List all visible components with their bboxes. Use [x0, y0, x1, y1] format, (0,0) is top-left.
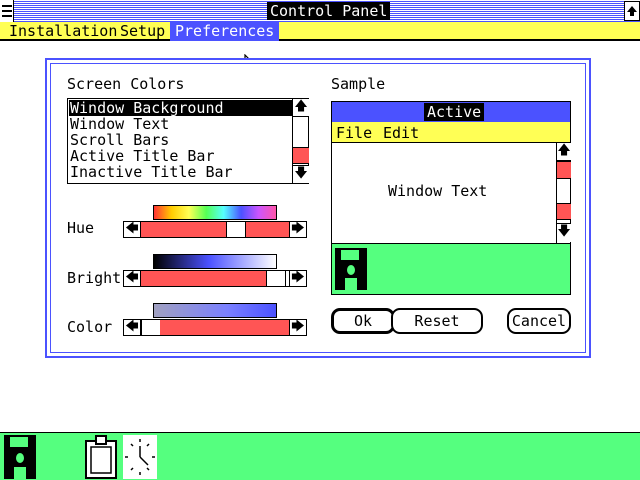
menu-bar: Installation Setup Preferences	[0, 22, 640, 41]
color-decrease-button[interactable]: 🡄	[124, 319, 141, 335]
list-scroll-thumb[interactable]	[293, 147, 309, 164]
menu-setup[interactable]: Setup	[115, 22, 170, 41]
brightness-swatch	[153, 254, 277, 269]
bright-track-fill	[141, 271, 266, 286]
list-scrollbar[interactable]: 🡅 🡇	[292, 99, 309, 183]
list-item-active-title-bar[interactable]: Active Title Bar	[69, 148, 292, 164]
sample-menu-bar: File Edit	[332, 122, 570, 143]
reset-button[interactable]: Reset	[391, 308, 483, 334]
color-track-fill	[160, 320, 289, 335]
ok-button[interactable]: Ok	[331, 308, 395, 334]
sample-scroll-red-segment-bottom	[557, 203, 571, 220]
sample-scrollbar: 🡅 🡇	[556, 143, 571, 243]
hue-scrollbar[interactable]: 🡄 🡆	[123, 221, 307, 238]
arrow-left-icon: 🡄	[125, 220, 139, 236]
maximize-button[interactable]	[624, 1, 640, 21]
cancel-button[interactable]: Cancel	[507, 308, 571, 334]
saturation-swatch	[153, 303, 277, 318]
arrow-left-icon: 🡄	[125, 269, 139, 285]
disk-icon[interactable]	[4, 435, 36, 479]
hue-spectrum-swatch	[153, 205, 277, 220]
hue-label: Hue	[67, 219, 95, 237]
system-menu-icon[interactable]	[0, 0, 14, 22]
sample-scroll-red-segment-top	[557, 161, 571, 179]
screen-colors-dialog: Screen Colors Sample Window Background W…	[45, 58, 591, 358]
desktop-icon-area	[0, 432, 640, 480]
bright-decrease-button[interactable]: 🡄	[124, 270, 141, 286]
color-thumb[interactable]	[141, 320, 161, 335]
arrow-down-icon: 🡇	[294, 165, 308, 181]
arrow-left-icon: 🡄	[125, 318, 139, 334]
list-item-inactive-title-bar[interactable]: Inactive Title Bar	[69, 164, 292, 180]
sample-scroll-down-icon: 🡇	[557, 223, 571, 242]
hue-increase-button[interactable]: 🡆	[289, 221, 306, 237]
sample-client-area: Window Text	[332, 143, 556, 243]
list-item-scroll-bars[interactable]: Scroll Bars	[69, 132, 292, 148]
menu-installation[interactable]: Installation	[4, 22, 122, 41]
bright-scrollbar[interactable]: 🡄 🡆	[123, 270, 307, 287]
arrow-right-icon: 🡆	[291, 269, 305, 285]
sample-icon-area	[332, 243, 570, 294]
maximize-icon	[627, 6, 637, 16]
color-increase-button[interactable]: 🡆	[289, 319, 306, 335]
screen-colors-label: Screen Colors	[67, 75, 185, 93]
bright-increase-button[interactable]: 🡆	[289, 270, 306, 286]
list-item-window-text[interactable]: Window Text	[69, 116, 292, 132]
hue-thumb[interactable]	[226, 222, 246, 237]
arrow-right-icon: 🡆	[291, 318, 305, 334]
sample-title-text: Active	[424, 103, 485, 121]
list-item-window-background[interactable]: Window Background	[69, 100, 292, 116]
sample-menu-edit: Edit	[383, 124, 420, 142]
sample-window-text: Window Text	[388, 182, 488, 200]
arrow-right-icon: 🡆	[291, 220, 305, 236]
clock-icon[interactable]	[123, 435, 157, 479]
sample-title-bar: Active	[332, 102, 570, 122]
clipboard-icon[interactable]	[84, 435, 118, 479]
screen-element-list[interactable]: Window Background Window Text Scroll Bar…	[67, 98, 309, 184]
sample-menu-file: File	[336, 124, 373, 142]
hue-decrease-button[interactable]: 🡄	[124, 221, 141, 237]
sample-scroll-up-icon: 🡅	[557, 143, 571, 161]
color-label: Color	[67, 318, 113, 336]
list-scroll-down-button[interactable]: 🡇	[293, 165, 309, 183]
window-title: Control Panel	[267, 2, 391, 20]
bright-label: Bright	[67, 269, 122, 287]
sample-window: Active File Edit Window Text 🡅 🡇	[331, 101, 571, 295]
sample-label: Sample	[331, 75, 386, 93]
bright-thumb[interactable]	[266, 271, 286, 286]
arrow-up-icon: 🡅	[294, 98, 308, 114]
hue-track-fill	[141, 222, 289, 237]
disk-icon	[335, 248, 367, 290]
title-bar[interactable]: Control Panel	[0, 0, 640, 22]
color-scrollbar[interactable]: 🡄 🡆	[123, 319, 307, 336]
menu-preferences[interactable]: Preferences	[170, 22, 280, 41]
list-scroll-up-button[interactable]: 🡅	[293, 99, 309, 117]
